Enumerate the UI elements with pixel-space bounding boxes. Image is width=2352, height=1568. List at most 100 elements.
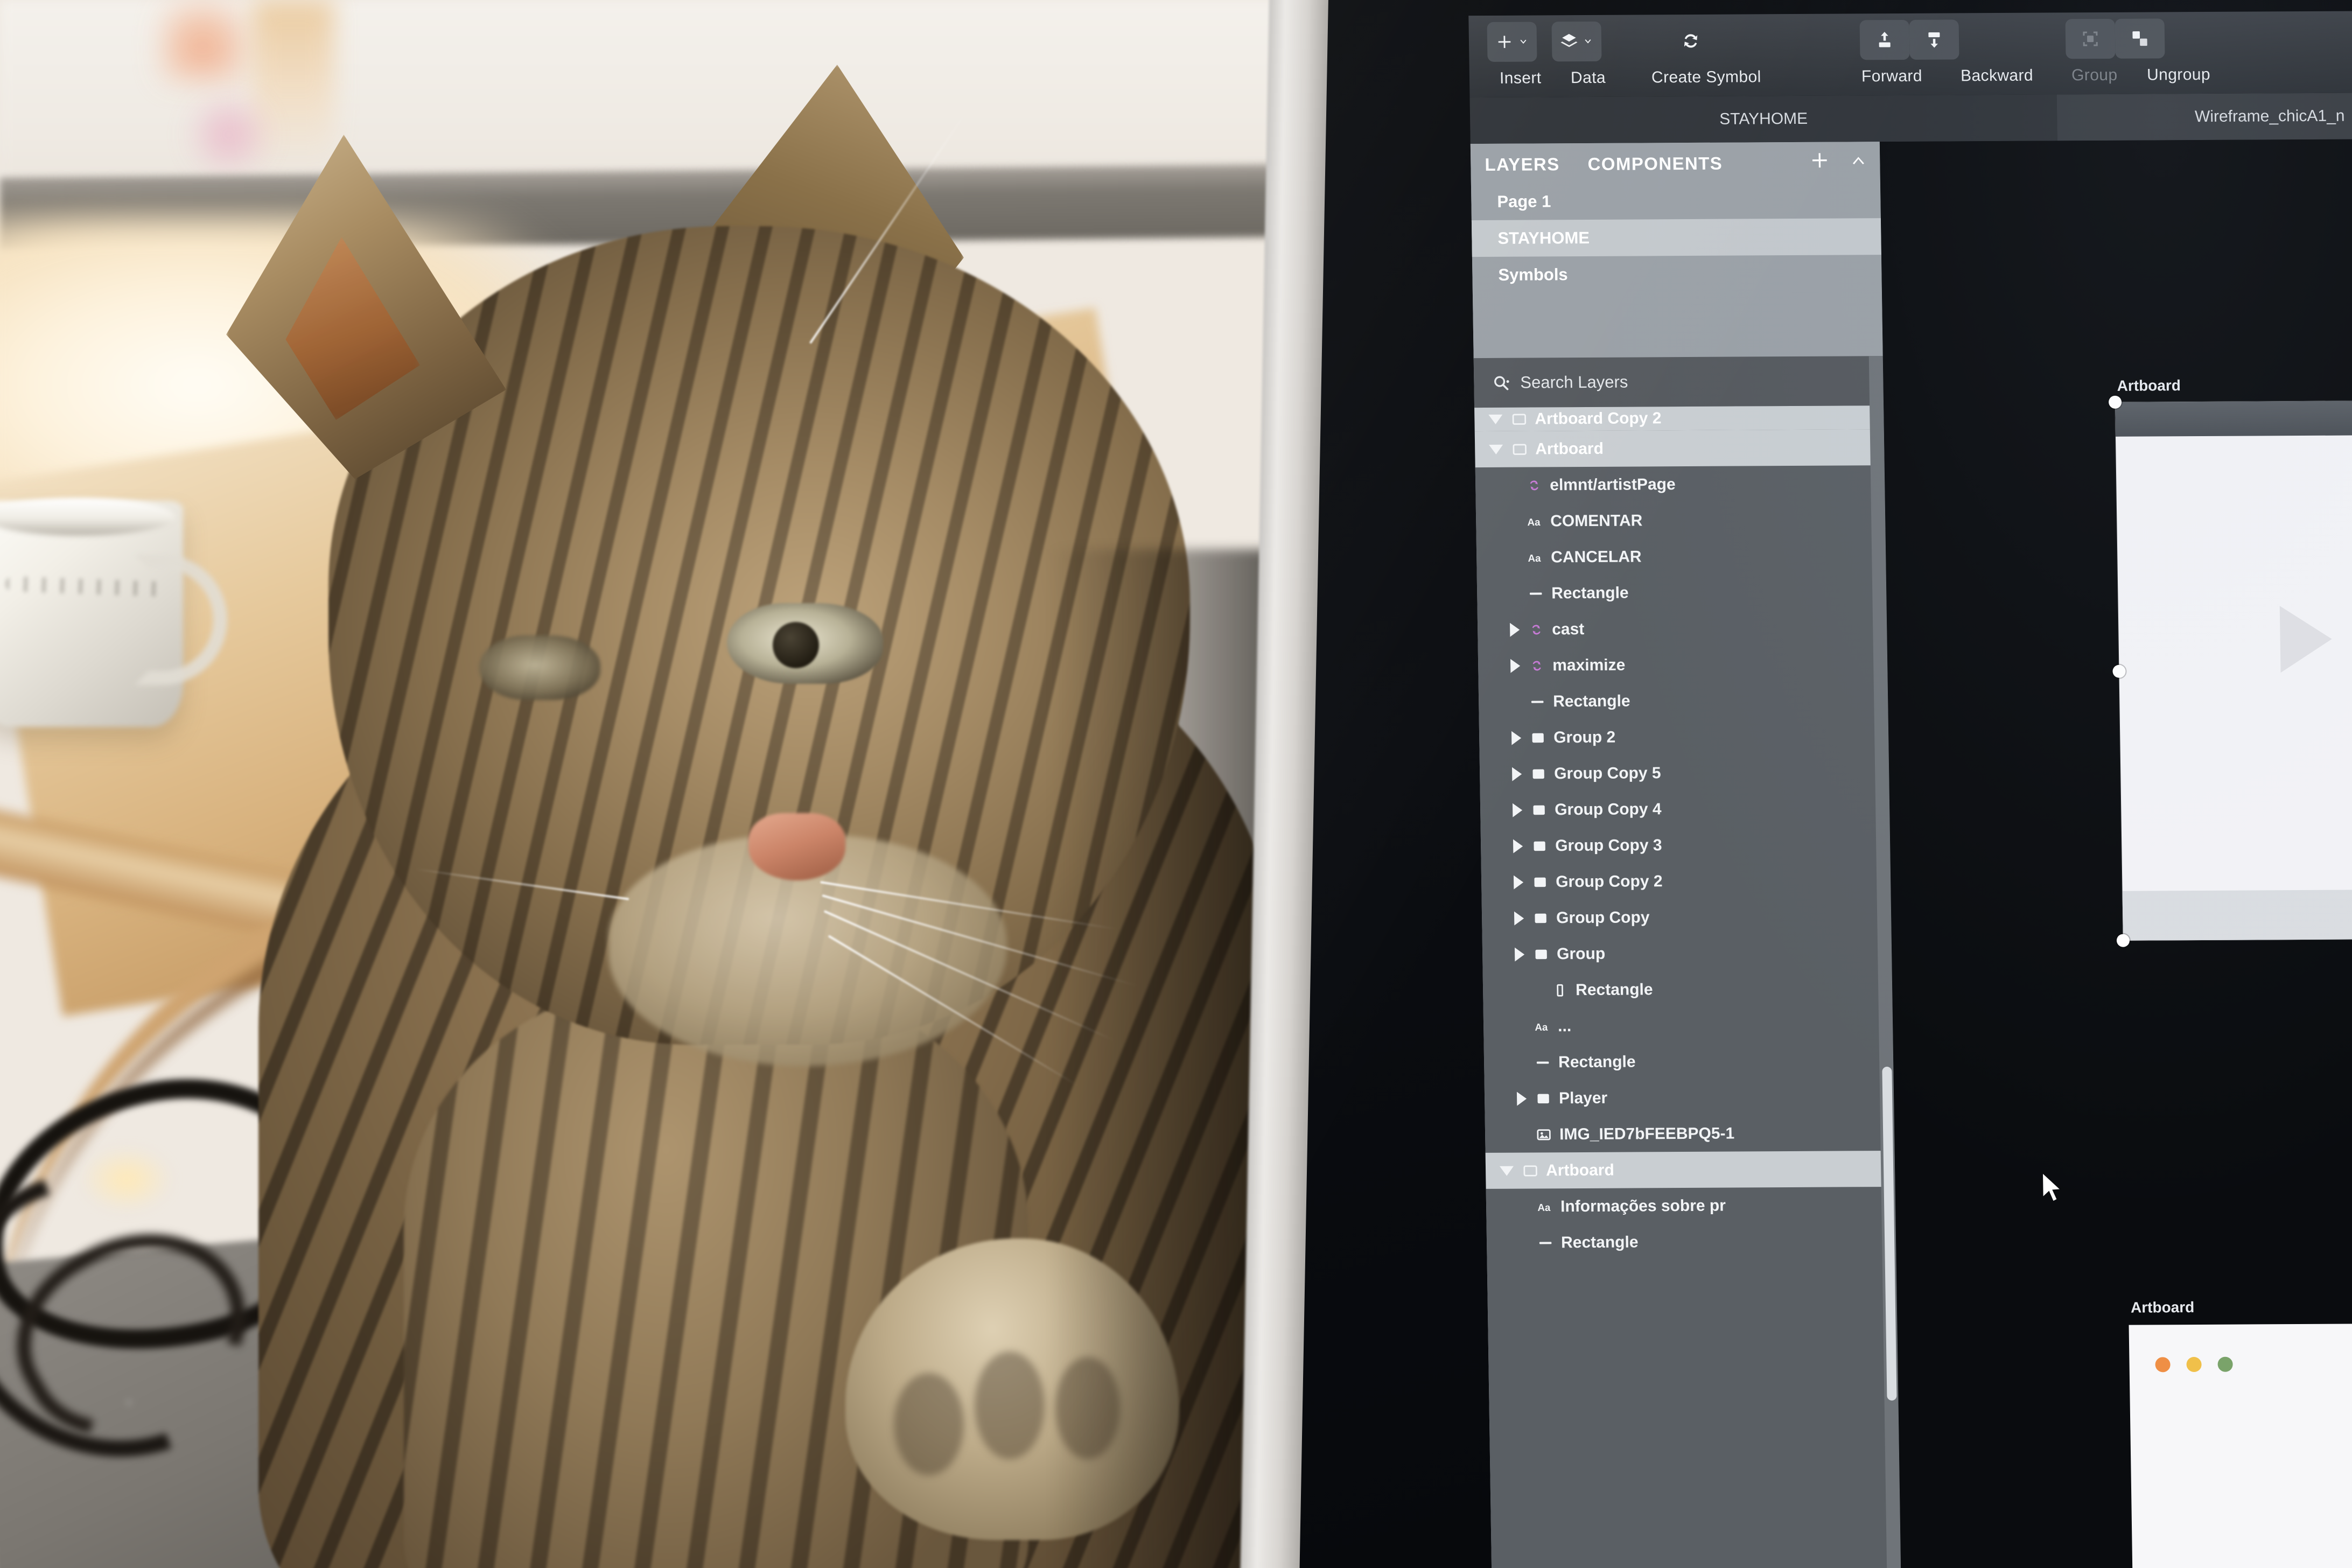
disclosure-triangle-closed[interactable] <box>1514 947 1525 962</box>
add-page-icon[interactable] <box>1809 150 1831 171</box>
layer-icon: Aa <box>1534 1018 1550 1034</box>
browser-dot-close[interactable] <box>2155 1357 2171 1373</box>
group-folder-icon <box>1537 1094 1549 1103</box>
layer-row[interactable]: Aa COMENTAR <box>1476 501 1886 540</box>
layer-icon <box>1511 441 1528 457</box>
layer-row[interactable]: Rectangle <box>1484 1042 1894 1081</box>
disclosure-triangle-open[interactable] <box>1499 1166 1514 1176</box>
design-canvas[interactable]: Artboard Artboard <box>1879 138 2352 1568</box>
layer-row[interactable]: maximize <box>1478 646 1888 684</box>
layer-row-label: COMENTAR <box>1550 511 1643 530</box>
rectangle-layer-icon <box>1529 592 1542 595</box>
layer-row[interactable]: Rectangle <box>1477 573 1887 612</box>
layers-panel: LAYERS COMPONENTS Page 1 STAYHOME Symbol… <box>1470 142 1901 1568</box>
page-item-symbols[interactable]: Symbols <box>1472 255 1882 293</box>
data-button[interactable] <box>1551 21 1602 62</box>
layer-row[interactable]: Aa Informações sobre pr <box>1486 1187 1896 1225</box>
forward-button[interactable] <box>1859 19 1910 60</box>
text-layer-icon: Aa <box>1535 1021 1548 1032</box>
document-tab-stayhome[interactable]: STAYHOME <box>1469 94 2057 144</box>
layer-row[interactable]: Group Copy <box>1482 898 1892 936</box>
artboard-1[interactable] <box>2115 400 2352 941</box>
page-item-page1[interactable]: Page 1 <box>1471 181 1881 220</box>
toolbar-label-create-symbol: Create Symbol <box>1651 68 1761 87</box>
layer-row[interactable]: elmnt/artistPage <box>1475 465 1885 503</box>
layer-row[interactable]: Group Copy 4 <box>1480 790 1890 828</box>
disclosure-triangle-closed[interactable] <box>1511 731 1522 745</box>
tab-components[interactable]: COMPONENTS <box>1587 153 1723 174</box>
layer-row[interactable]: Player <box>1485 1079 1894 1117</box>
layer-icon <box>1526 477 1542 493</box>
layer-row-label: Group Copy 2 <box>1555 872 1663 891</box>
toolbar-label-insert: Insert <box>1499 69 1542 87</box>
selection-handle-top-left[interactable] <box>2108 395 2122 409</box>
search-layers-placeholder: Search Layers <box>1520 372 1628 392</box>
layer-row-label: maximize <box>1552 656 1626 674</box>
layer-row[interactable]: Aa... <box>1483 1006 1893 1045</box>
create-symbol-button[interactable] <box>1665 21 1716 61</box>
page-item-stayhome-label: STAYHOME <box>1497 228 1590 248</box>
insert-button[interactable] <box>1487 22 1537 62</box>
layer-tree[interactable]: Artboard Copy 2 Artboard elmnt/artistPage A… <box>1474 405 1901 1568</box>
layer-row[interactable]: Rectangle <box>1479 682 1888 720</box>
symbol-icon <box>1530 480 1538 490</box>
layer-icon <box>1528 621 1544 638</box>
toolbar-group-symbol <box>1665 21 1716 61</box>
search-layers-field[interactable]: Search Layers <box>1473 356 1884 408</box>
rectangle-layer-icon <box>1536 1061 1549 1064</box>
page-item-page1-label: Page 1 <box>1497 192 1551 211</box>
layer-row[interactable]: Group <box>1482 934 1892 972</box>
document-tab-wireframe[interactable]: Wireframe_chicA1_n <box>2056 92 2352 141</box>
chevron-up-icon[interactable] <box>1849 150 1868 170</box>
artboard-1-label[interactable]: Artboard <box>2117 377 2181 395</box>
disclosure-triangle-open[interactable] <box>1488 414 1503 424</box>
page-item-stayhome[interactable]: STAYHOME <box>1471 218 1881 257</box>
browser-dot-maximize[interactable] <box>2217 1356 2233 1372</box>
layer-row[interactable]: Group Copy 2 <box>1481 862 1891 900</box>
disclosure-triangle-closed[interactable] <box>1516 1091 1527 1106</box>
toolbar-label-ungroup: Ungroup <box>2146 65 2211 84</box>
disclosure-triangle-closed[interactable] <box>1510 659 1521 673</box>
disclosure-triangle-closed[interactable] <box>1510 622 1520 637</box>
selection-handle-mid-left[interactable] <box>2112 664 2126 678</box>
selection-handle-bottom-left[interactable] <box>2116 934 2130 947</box>
tab-layers[interactable]: LAYERS <box>1485 154 1560 175</box>
layer-row-label: IMG_IED7bFEEBPQ5-1 <box>1559 1124 1735 1143</box>
layer-row[interactable]: Group Copy 5 <box>1480 754 1889 792</box>
layer-icon <box>1535 1090 1551 1107</box>
ungroup-icon <box>2132 31 2147 46</box>
disclosure-triangle-open[interactable] <box>1489 444 1503 454</box>
group-folder-icon <box>1534 841 1545 851</box>
layer-icon: Aa <box>1527 513 1543 529</box>
disclosure-triangle-closed[interactable] <box>1512 803 1523 817</box>
disclosure-triangle-closed[interactable] <box>1511 767 1522 781</box>
layer-row[interactable]: Artboard <box>1474 429 1885 468</box>
toolbar-label-forward: Forward <box>1861 67 1923 86</box>
layer-row[interactable]: Group Copy 3 <box>1481 826 1891 864</box>
layer-row[interactable]: cast <box>1478 610 1887 648</box>
layer-row-label: Group Copy 3 <box>1555 836 1662 855</box>
app-toolbar: Insert Data Create Symbol Forward Backwa… <box>1468 10 2352 98</box>
disclosure-triangle-closed[interactable] <box>1513 875 1524 890</box>
cat-paw-toe <box>894 1373 964 1475</box>
artboard-2[interactable] <box>2129 1323 2352 1568</box>
page-item-symbols-label: Symbols <box>1498 265 1568 284</box>
disclosure-triangle-closed[interactable] <box>1513 839 1523 853</box>
layer-icon <box>1531 838 1548 854</box>
layer-row[interactable]: IMG_IED7bFEEBPQ5-1 <box>1485 1115 1895 1153</box>
layer-row-label: Rectangle <box>1560 1233 1639 1251</box>
browser-dot-minimize[interactable] <box>2186 1356 2202 1373</box>
group-button[interactable] <box>2065 18 2116 59</box>
layer-row[interactable]: Rectangle <box>1487 1223 1896 1261</box>
ungroup-button[interactable] <box>2115 18 2165 59</box>
disclosure-triangle-closed[interactable] <box>1514 911 1524 926</box>
layer-row[interactable]: Rectangle <box>1483 970 1893 1009</box>
artboard-2-label[interactable]: Artboard <box>2131 1299 2195 1317</box>
layer-row[interactable]: Group 2 <box>1479 718 1889 756</box>
layer-row[interactable]: Aa CANCELAR <box>1476 537 1886 576</box>
layer-row[interactable]: Artboard <box>1485 1150 1895 1189</box>
panel-header-actions <box>1809 149 1868 171</box>
layer-row[interactable]: Artboard Copy 2 <box>1474 405 1884 432</box>
backward-button[interactable] <box>1909 19 1959 60</box>
layer-row-label: Group Copy <box>1556 908 1650 927</box>
